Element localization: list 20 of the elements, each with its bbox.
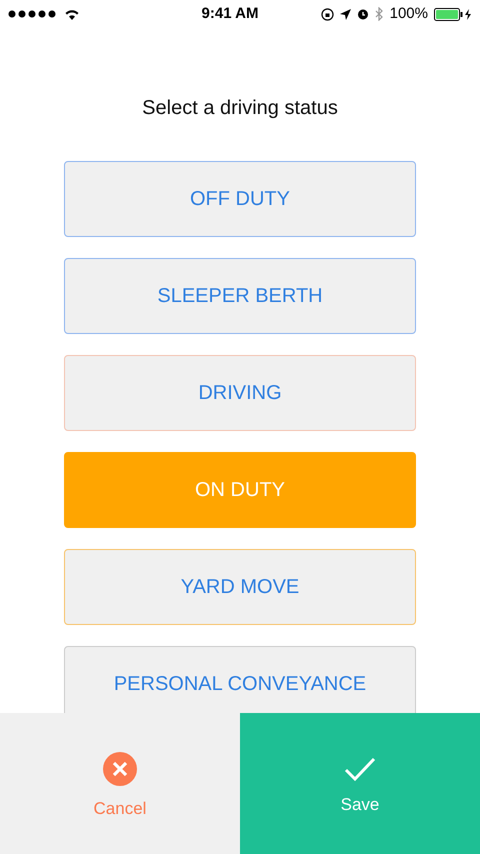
- status-option-button[interactable]: SLEEPER BERTH: [64, 258, 416, 334]
- status-option-button[interactable]: OFF DUTY: [64, 161, 416, 237]
- status-option-button[interactable]: DRIVING: [64, 355, 416, 431]
- status-option-button[interactable]: ON DUTY: [64, 452, 416, 528]
- signal-icon: [8, 10, 58, 18]
- checkmark-icon: [344, 756, 376, 782]
- save-button[interactable]: Save: [240, 713, 480, 854]
- status-option-button[interactable]: YARD MOVE: [64, 549, 416, 625]
- wifi-icon: [64, 8, 80, 20]
- bluetooth-icon: [374, 7, 384, 21]
- battery-charging-icon: [434, 8, 472, 20]
- battery-percent: 100%: [390, 4, 428, 24]
- close-icon: [103, 752, 137, 786]
- location-icon: [340, 8, 351, 20]
- screen-title: Select a driving status: [142, 96, 338, 121]
- status-option-button[interactable]: PERSONAL CONVEYANCE: [64, 646, 416, 713]
- status-time: 9:41 AM: [202, 4, 258, 24]
- lock-rotation-icon: [320, 8, 334, 20]
- alarm-icon: [356, 8, 369, 20]
- cancel-button[interactable]: Cancel: [0, 713, 240, 854]
